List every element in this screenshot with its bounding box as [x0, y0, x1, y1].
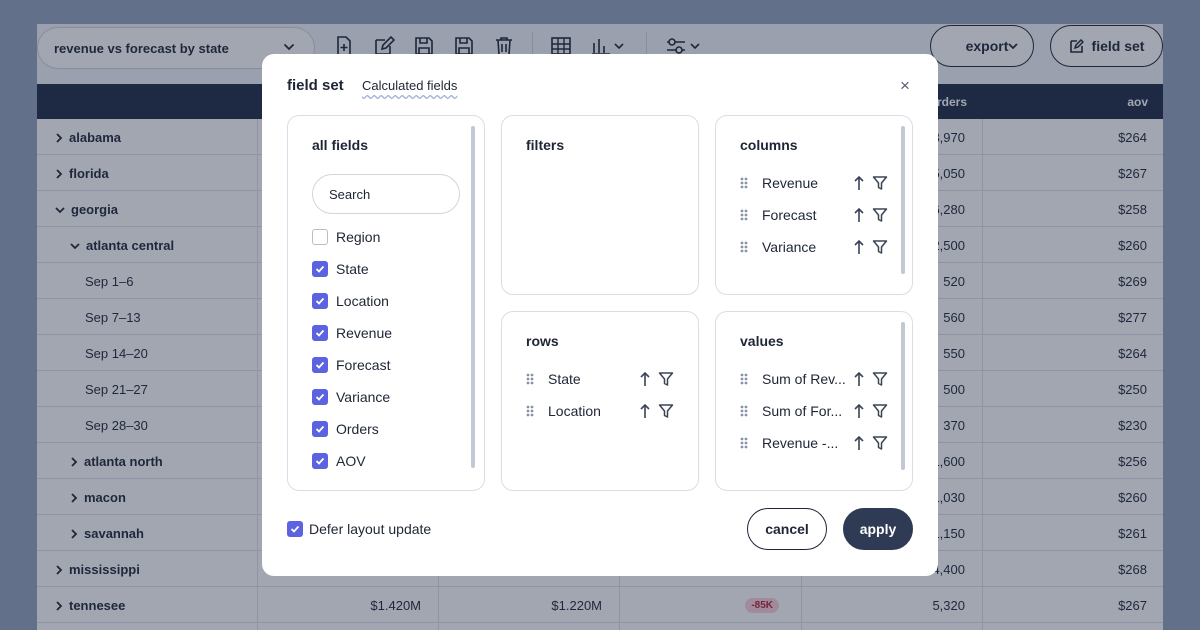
field-label: Location [548, 403, 601, 419]
checkbox-checked[interactable] [312, 261, 328, 277]
rows-panel: rows State Location [501, 311, 699, 491]
defer-layout-label: Defer layout update [309, 521, 432, 537]
drag-handle-icon[interactable] [526, 405, 538, 417]
field-label: Forecast [336, 357, 391, 373]
checkbox-checked[interactable] [287, 521, 303, 537]
field-label: Revenue [336, 325, 393, 341]
field-item-location[interactable]: Location [312, 293, 389, 309]
field-label: Orders [336, 421, 379, 437]
field-label: Sum of For... [762, 403, 843, 419]
sort-arrow-icon[interactable] [854, 371, 864, 387]
value-field-item[interactable]: Sum of Rev... [740, 368, 892, 390]
values-panel: values Sum of Rev... Sum of For... Reven… [715, 311, 913, 491]
filter-icon[interactable] [658, 403, 674, 419]
sort-arrow-icon[interactable] [854, 175, 864, 191]
field-item-variance[interactable]: Variance [312, 389, 390, 405]
check-icon [315, 361, 325, 369]
checkbox-checked[interactable] [312, 453, 328, 469]
drag-handle-icon[interactable] [740, 177, 752, 189]
scrollbar[interactable] [901, 322, 905, 470]
value-field-item[interactable]: Revenue -... [740, 432, 892, 454]
checkbox-checked[interactable] [312, 293, 328, 309]
sort-arrow-icon[interactable] [640, 371, 650, 387]
close-icon[interactable]: × [900, 77, 910, 94]
scrollbar[interactable] [471, 126, 475, 468]
panel-title: filters [526, 137, 565, 153]
column-field-item[interactable]: Revenue [740, 172, 892, 194]
panel-title: all fields [312, 137, 369, 153]
scrollbar[interactable] [901, 126, 905, 274]
filter-icon[interactable] [872, 175, 888, 191]
filter-icon[interactable] [872, 435, 888, 451]
sort-arrow-icon[interactable] [854, 207, 864, 223]
check-icon [315, 425, 325, 433]
field-label: Location [336, 293, 389, 309]
sort-arrow-icon[interactable] [854, 403, 864, 419]
field-label: Forecast [762, 207, 817, 223]
drag-handle-icon[interactable] [740, 209, 752, 221]
defer-layout-checkbox[interactable]: Defer layout update [287, 521, 431, 537]
sort-arrow-icon[interactable] [854, 239, 864, 255]
field-item-state[interactable]: State [312, 261, 369, 277]
field-item-aov[interactable]: AOV [312, 453, 366, 469]
field-label: State [336, 261, 369, 277]
filters-panel[interactable]: filters [501, 115, 699, 295]
value-field-item[interactable]: Sum of For... [740, 400, 892, 422]
field-label: State [548, 371, 581, 387]
row-field-item[interactable]: State [526, 368, 678, 390]
checkbox-checked[interactable] [312, 421, 328, 437]
check-icon [315, 457, 325, 465]
field-label: Region [336, 229, 381, 245]
all-fields-panel: all fields Region State Location Revenue… [287, 115, 485, 491]
sort-arrow-icon[interactable] [854, 435, 864, 451]
columns-panel: columns Revenue Forecast Variance [715, 115, 913, 295]
field-item-revenue[interactable]: Revenue [312, 325, 392, 341]
field-item-region[interactable]: Region [312, 229, 380, 245]
drag-handle-icon[interactable] [740, 373, 752, 385]
field-label: AOV [336, 453, 366, 469]
panel-title: rows [526, 333, 559, 349]
filter-icon[interactable] [872, 239, 888, 255]
check-icon [290, 525, 300, 533]
check-icon [315, 265, 325, 273]
apply-button[interactable]: apply [843, 508, 913, 550]
panel-title: columns [740, 137, 798, 153]
field-label: Variance [762, 239, 817, 255]
check-icon [315, 329, 325, 337]
check-icon [315, 297, 325, 305]
sort-arrow-icon[interactable] [640, 403, 650, 419]
checkbox-checked[interactable] [312, 357, 328, 373]
filter-icon[interactable] [872, 403, 888, 419]
field-label: Revenue [762, 175, 819, 191]
dialog-title: field set [287, 77, 344, 94]
checkbox-checked[interactable] [312, 389, 328, 405]
field-label: Sum of Rev... [762, 371, 846, 387]
drag-handle-icon[interactable] [740, 405, 752, 417]
field-label: Variance [336, 389, 391, 405]
drag-handle-icon[interactable] [526, 373, 538, 385]
filter-icon[interactable] [872, 371, 888, 387]
check-icon [315, 393, 325, 401]
field-item-orders[interactable]: Orders [312, 421, 379, 437]
checkbox[interactable] [312, 229, 328, 245]
drag-handle-icon[interactable] [740, 241, 752, 253]
search-input[interactable] [312, 174, 460, 214]
checkbox-checked[interactable] [312, 325, 328, 341]
field-item-forecast[interactable]: Forecast [312, 357, 390, 373]
field-label: Revenue -... [762, 435, 839, 451]
cancel-button[interactable]: cancel [747, 508, 827, 550]
filter-icon[interactable] [658, 371, 674, 387]
calculated-fields-link[interactable]: Calculated fields [362, 78, 457, 93]
column-field-item[interactable]: Variance [740, 236, 892, 258]
row-field-item[interactable]: Location [526, 400, 678, 422]
filter-icon[interactable] [872, 207, 888, 223]
drag-handle-icon[interactable] [740, 437, 752, 449]
field-set-dialog: field set Calculated fields × all fields… [262, 54, 938, 576]
column-field-item[interactable]: Forecast [740, 204, 892, 226]
panel-title: values [740, 333, 784, 349]
